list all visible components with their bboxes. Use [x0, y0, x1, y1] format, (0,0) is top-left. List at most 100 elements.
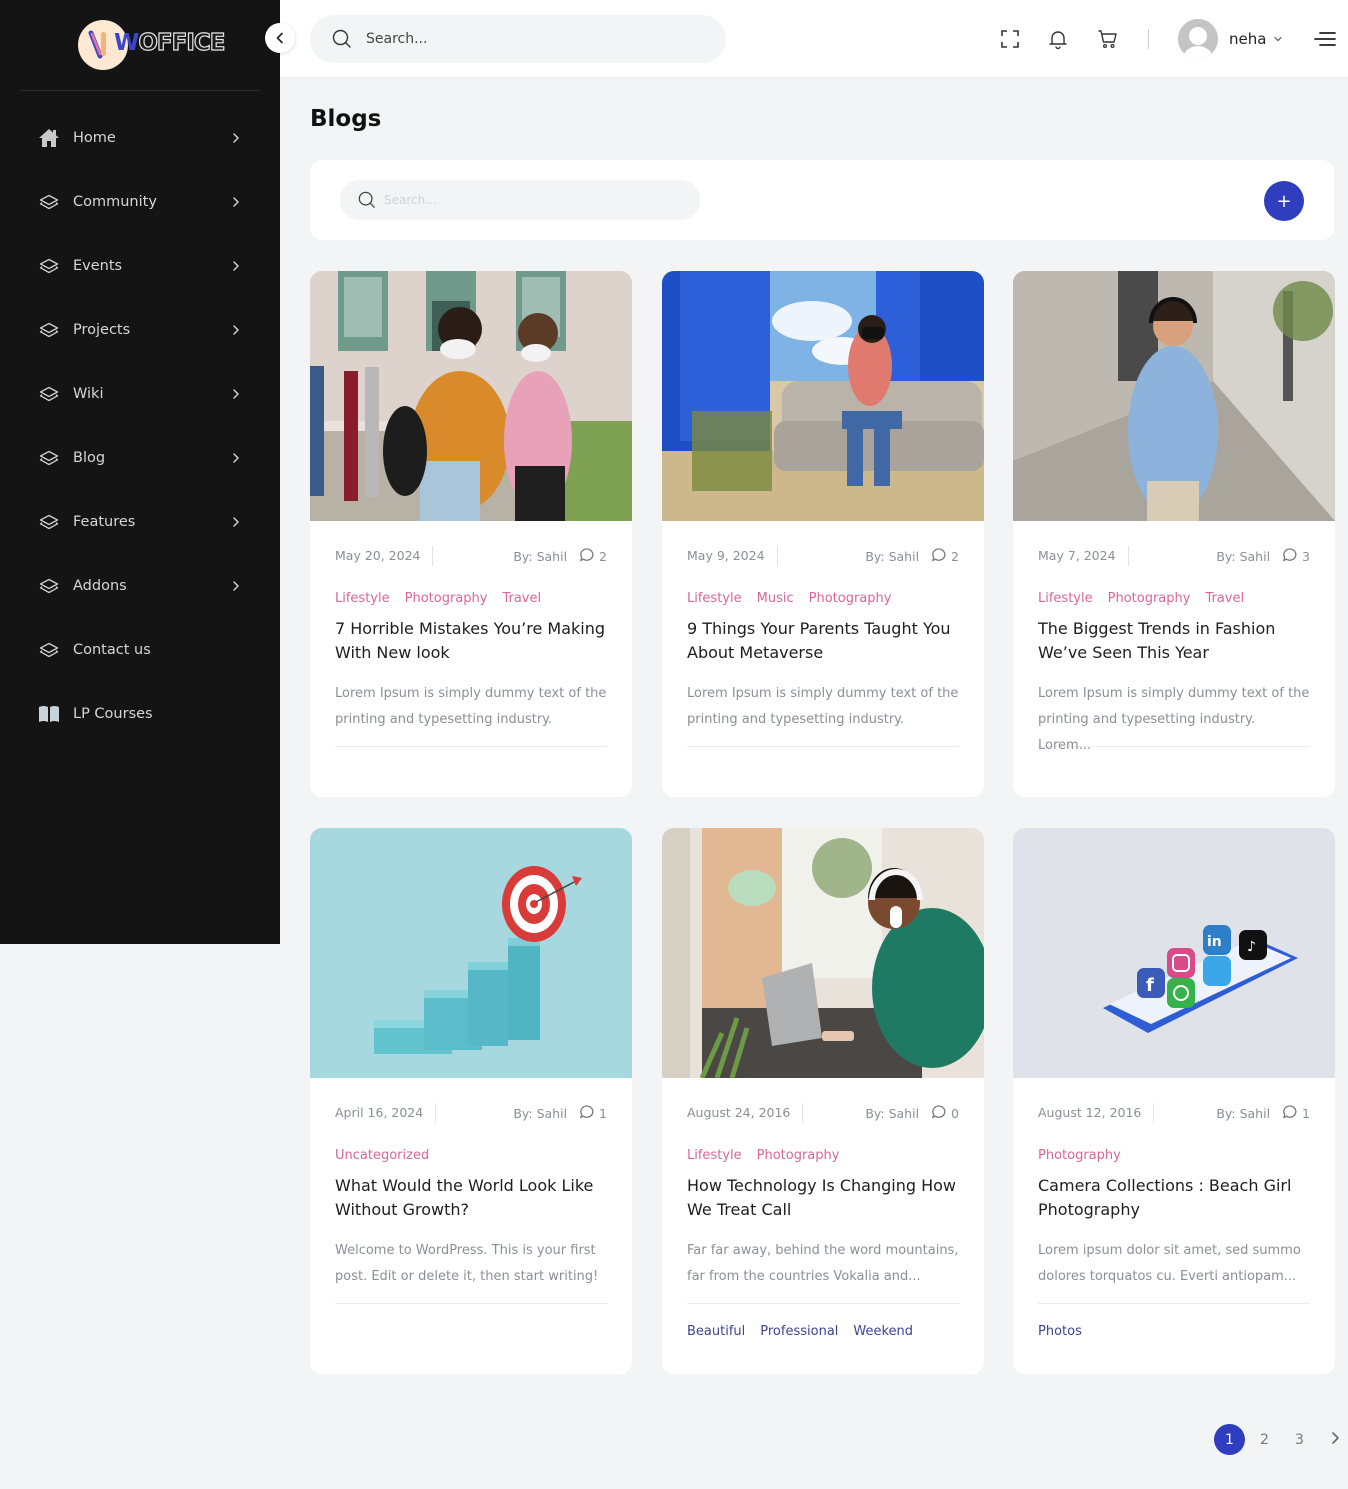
layers-icon	[38, 191, 60, 213]
post-categories: Lifestyle Photography Travel	[335, 591, 607, 609]
post-thumbnail[interactable]	[310, 271, 632, 521]
category-link[interactable]: Lifestyle	[687, 591, 742, 609]
chevron-right-icon	[230, 388, 242, 400]
chevron-right-icon	[230, 324, 242, 336]
sidebar-item-addons[interactable]: Addons	[0, 554, 280, 618]
blog-card: May 9, 2024 By: Sahil 2 Lifestyle Music Photo…	[662, 271, 984, 797]
comment-count[interactable]: 3	[1282, 547, 1310, 566]
tag-link[interactable]: Professional	[760, 1324, 838, 1344]
comment-count-value: 2	[599, 548, 607, 564]
global-search-input[interactable]	[366, 31, 686, 47]
post-thumbnail[interactable]	[310, 828, 632, 1078]
post-title[interactable]: The Biggest Trends in Fashion We’ve Seen…	[1038, 617, 1310, 665]
blog-search	[340, 180, 700, 220]
menu-toggle-button[interactable]	[1314, 30, 1336, 48]
add-post-button[interactable]: +	[1264, 181, 1304, 221]
post-title[interactable]: What Would the World Look Like Without G…	[335, 1174, 607, 1222]
blog-card: May 20, 2024 By: Sahil 2 Lifestyle Photograp…	[310, 271, 632, 797]
woffice-logo[interactable]: WOFFICE	[78, 20, 226, 70]
card-body: August 12, 2016 By: Sahil 1 Photography Came…	[1013, 1103, 1335, 1344]
post-title[interactable]: 7 Horrible Mistakes You’re Making With N…	[335, 617, 607, 665]
blog-card: f in ♪ August 12, 2016 By: Sahil 1 Photogra…	[1013, 828, 1335, 1374]
sidebar-item-label: Wiki	[73, 386, 104, 402]
post-title[interactable]: Camera Collections : Beach Girl Photogra…	[1038, 1174, 1310, 1222]
category-link[interactable]: Photography	[1108, 591, 1191, 609]
post-title[interactable]: 9 Things Your Parents Taught You About M…	[687, 617, 959, 665]
category-link[interactable]: Travel	[1205, 591, 1244, 609]
sidebar-item-label: Community	[73, 194, 157, 210]
tag-link[interactable]: Weekend	[853, 1324, 913, 1344]
post-date: May 9, 2024	[687, 546, 778, 566]
page-2-button[interactable]: 2	[1249, 1424, 1280, 1455]
post-thumbnail[interactable]	[662, 271, 984, 521]
sidebar-item-lp-courses[interactable]: LP Courses	[0, 682, 280, 746]
comment-count[interactable]: 1	[1282, 1104, 1310, 1123]
blog-search-input[interactable]	[384, 193, 684, 207]
category-link[interactable]: Photography	[757, 1148, 840, 1166]
chevron-right-icon	[230, 196, 242, 208]
sidebar-divider	[20, 90, 260, 91]
sidebar-item-contact-us[interactable]: Contact us	[0, 618, 280, 682]
sidebar-item-events[interactable]: Events	[0, 234, 280, 298]
tag-link[interactable]: Photos	[1038, 1324, 1082, 1344]
post-excerpt: Lorem Ipsum is simply dummy text of the …	[335, 686, 607, 727]
sidebar-item-community[interactable]: Community	[0, 170, 280, 234]
chevron-left-icon	[276, 32, 283, 44]
fullscreen-button[interactable]	[998, 27, 1022, 51]
comment-count[interactable]: 2	[931, 547, 959, 566]
category-link[interactable]: Photography	[1038, 1148, 1121, 1166]
card-body: April 16, 2024 By: Sahil 1 Uncategorized Wha…	[310, 1103, 632, 1304]
post-author[interactable]: By: Sahil	[513, 1106, 567, 1121]
chevron-right-icon	[230, 580, 242, 592]
post-thumbnail[interactable]: f in ♪	[1013, 828, 1335, 1078]
post-author[interactable]: By: Sahil	[865, 1106, 919, 1121]
sidebar-item-label: LP Courses	[73, 706, 153, 722]
post-author[interactable]: By: Sahil	[865, 549, 919, 564]
post-author[interactable]: By: Sahil	[1216, 549, 1270, 564]
svg-text:♪: ♪	[1247, 939, 1256, 955]
category-link[interactable]: Travel	[502, 591, 541, 609]
category-link[interactable]: Photography	[809, 591, 892, 609]
user-name: neha	[1229, 30, 1267, 48]
category-link[interactable]: Lifestyle	[1038, 591, 1093, 609]
post-date: August 12, 2016	[1038, 1103, 1155, 1123]
sidebar-item-label: Addons	[73, 578, 127, 594]
card-divider	[1038, 1303, 1310, 1304]
sidebar-item-features[interactable]: Features	[0, 490, 280, 554]
notifications-button[interactable]	[1046, 27, 1070, 51]
sidebar-item-wiki[interactable]: Wiki	[0, 362, 280, 426]
post-author[interactable]: By: Sahil	[513, 549, 567, 564]
card-divider	[335, 1303, 607, 1304]
comment-count-value: 0	[951, 1105, 959, 1121]
category-link[interactable]: Lifestyle	[687, 1148, 742, 1166]
category-link[interactable]: Photography	[405, 591, 488, 609]
page-3-button[interactable]: 3	[1284, 1424, 1315, 1455]
comment-count[interactable]: 2	[579, 547, 607, 566]
comment-count[interactable]: 1	[579, 1104, 607, 1123]
logo-text: WOFFICE	[114, 29, 226, 56]
category-link[interactable]: Lifestyle	[335, 591, 390, 609]
sidebar-item-label: Features	[73, 514, 136, 530]
post-author[interactable]: By: Sahil	[1216, 1106, 1270, 1121]
post-meta: May 9, 2024 By: Sahil 2	[687, 546, 959, 566]
collapse-sidebar-button[interactable]	[265, 23, 295, 53]
post-thumbnail[interactable]	[1013, 271, 1335, 521]
tag-link[interactable]: Beautiful	[687, 1324, 745, 1344]
next-page-button[interactable]	[1319, 1424, 1348, 1455]
post-title[interactable]: How Technology Is Changing How We Treat …	[687, 1174, 959, 1222]
category-link[interactable]: Uncategorized	[335, 1148, 429, 1166]
layers-icon	[38, 511, 60, 533]
chevron-down-icon	[1274, 36, 1283, 42]
category-link[interactable]: Music	[757, 591, 794, 609]
post-thumbnail[interactable]	[662, 828, 984, 1078]
sidebar-item-blog[interactable]: Blog	[0, 426, 280, 490]
sidebar-item-projects[interactable]: Projects	[0, 298, 280, 362]
cart-button[interactable]	[1096, 27, 1120, 51]
sidebar-item-home[interactable]: Home	[0, 106, 280, 170]
post-categories: Lifestyle Music Photography	[687, 591, 959, 609]
post-meta: August 24, 2016 By: Sahil 0	[687, 1103, 959, 1123]
comment-count[interactable]: 0	[931, 1104, 959, 1123]
user-menu[interactable]: neha	[1178, 18, 1283, 60]
page-title: Blogs	[310, 106, 382, 132]
page-1-button[interactable]: 1	[1214, 1424, 1245, 1455]
